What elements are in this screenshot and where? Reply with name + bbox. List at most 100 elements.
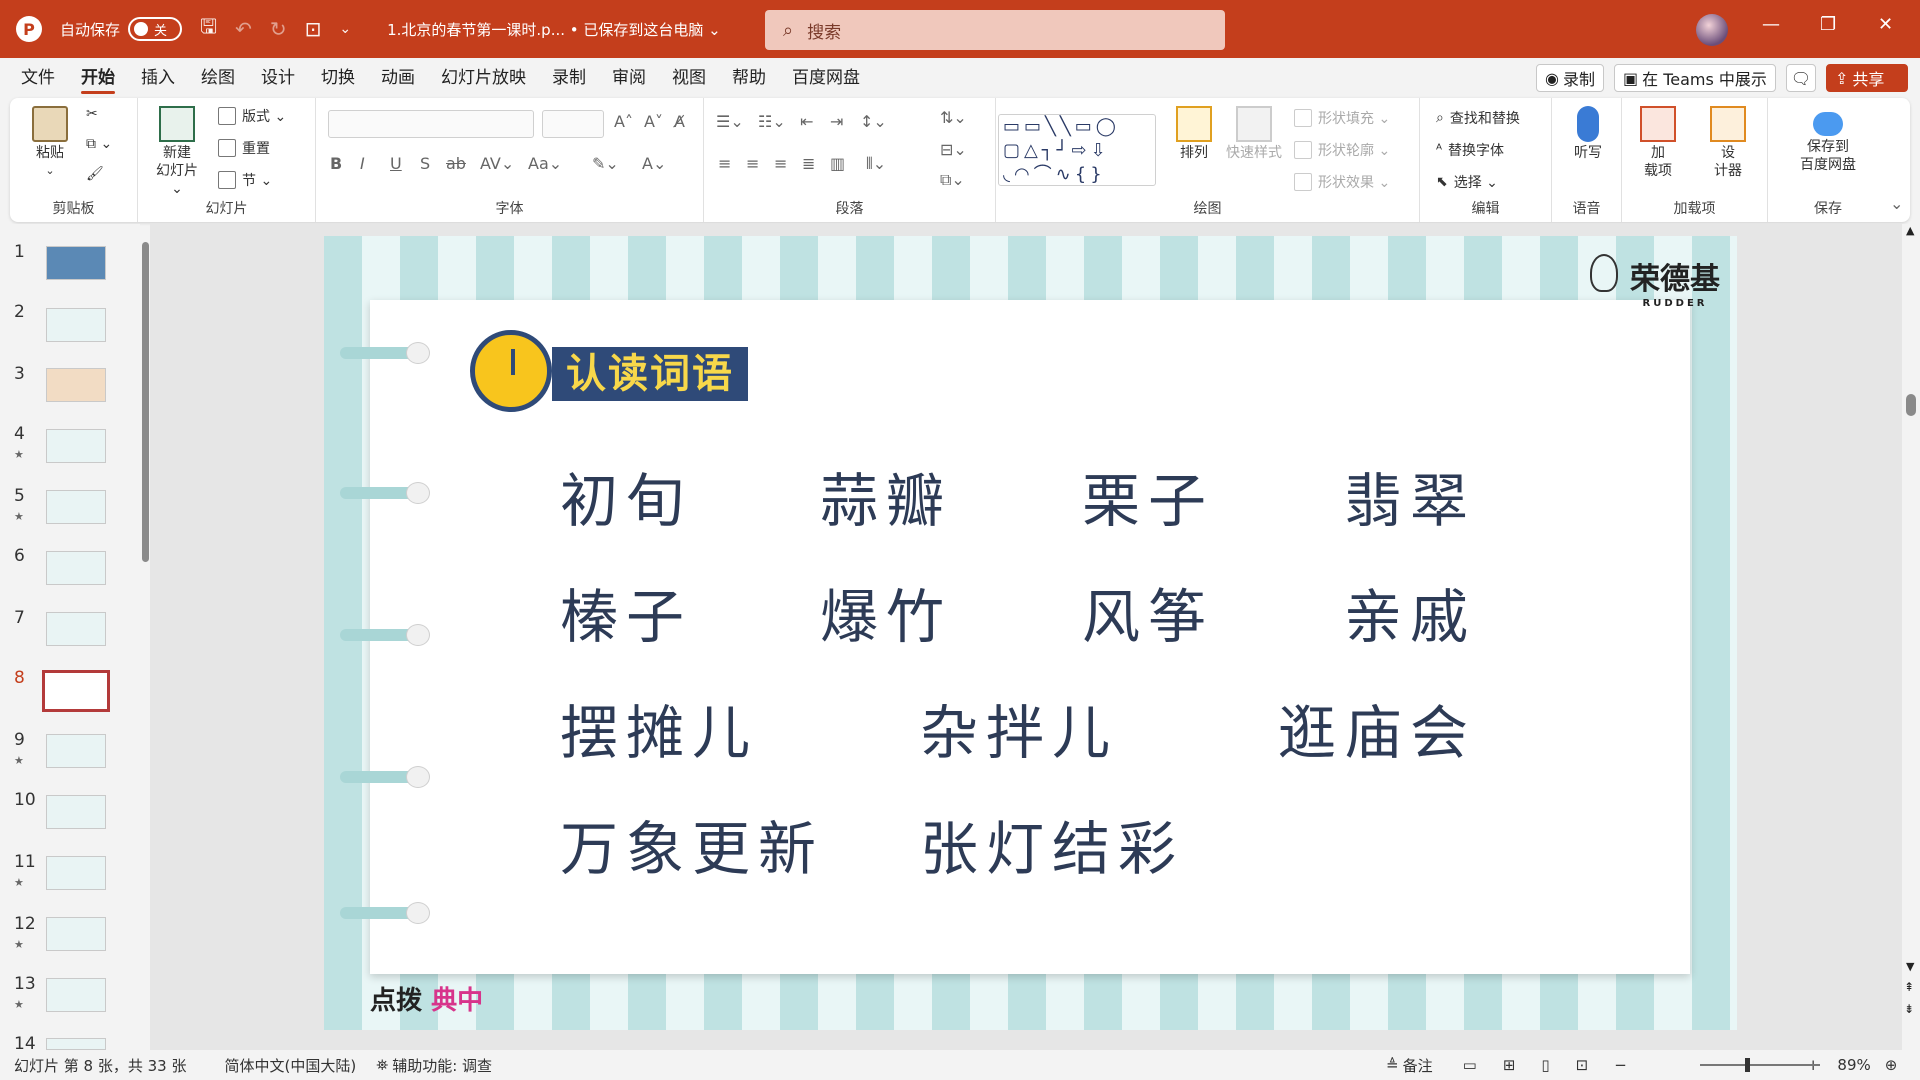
addins-button[interactable]: 加 载项 <box>1634 106 1682 180</box>
zoom-out-icon[interactable]: − <box>1614 1056 1627 1074</box>
tab-baidu-netdisk[interactable]: 百度网盘 <box>779 58 873 98</box>
bullets-icon[interactable]: ☰⌄ <box>716 112 744 131</box>
shapes-gallery[interactable]: ▭▭╲╲▭◯ ▢△┐┘⇨⇩ ◟◠⌒∿{} <box>998 114 1156 186</box>
close-icon[interactable]: ✕ <box>1878 14 1893 35</box>
tab-transitions[interactable]: 切换 <box>308 58 368 98</box>
shadow-icon[interactable]: S <box>420 154 430 173</box>
paste-button[interactable]: 粘贴 ⌄ <box>28 106 72 180</box>
slide-thumbnail-11[interactable] <box>46 856 106 890</box>
smartart-icon[interactable]: ⧉⌄ <box>940 170 965 190</box>
notes-button[interactable]: 备注 <box>1403 1055 1433 1076</box>
prev-slide-icon[interactable]: ⇞ <box>1904 980 1914 994</box>
fit-slide-icon[interactable]: ⊕ <box>1885 1056 1898 1074</box>
arrange-button[interactable]: 排列 <box>1172 106 1216 162</box>
slide-thumbnail-7[interactable] <box>46 612 106 646</box>
replace-font-button[interactable]: ᴬ 替换字体 <box>1436 140 1504 160</box>
numbering-icon[interactable]: ☷⌄ <box>758 112 786 131</box>
clear-format-icon[interactable]: A̸ <box>674 112 685 131</box>
tab-home[interactable]: 开始 <box>68 58 128 98</box>
scroll-down-icon[interactable]: ▼ <box>1906 960 1914 973</box>
italic-icon[interactable]: I <box>360 154 365 173</box>
collapse-ribbon-icon[interactable]: ⌄ <box>1890 194 1903 213</box>
tab-help[interactable]: 帮助 <box>719 58 779 98</box>
tab-design[interactable]: 设计 <box>248 58 308 98</box>
align-center-icon[interactable]: ≡ <box>746 154 759 173</box>
font-color-icon[interactable]: A⌄ <box>642 154 666 173</box>
tab-view[interactable]: 视图 <box>659 58 719 98</box>
designer-button[interactable]: 设 计器 <box>1704 106 1752 180</box>
present-icon[interactable]: ⊡ <box>305 17 322 41</box>
quick-styles-button[interactable]: 快速样式 <box>1222 106 1286 162</box>
tab-slideshow[interactable]: 幻灯片放映 <box>428 58 539 98</box>
dictate-button[interactable]: 听写 <box>1566 106 1610 162</box>
next-slide-icon[interactable]: ⇟ <box>1904 1002 1914 1016</box>
format-painter-icon[interactable]: 🖌 <box>86 166 104 182</box>
find-replace-button[interactable]: ⌕ 查找和替换 <box>1436 108 1520 128</box>
thumbnails-scroll-thumb[interactable] <box>142 242 149 562</box>
search-box[interactable]: ⌕ 搜索 <box>765 10 1225 50</box>
distribute-icon[interactable]: ▥ <box>830 154 845 173</box>
restore-icon[interactable]: ❐ <box>1820 14 1836 35</box>
slide-thumbnail-10[interactable] <box>46 795 106 829</box>
minimize-icon[interactable]: — <box>1762 14 1780 35</box>
section-button[interactable]: 节 ⌄ <box>218 170 272 190</box>
redo-icon[interactable]: ↻ <box>270 17 287 41</box>
align-right-icon[interactable]: ≡ <box>774 154 787 173</box>
new-slide-button[interactable]: 新建 幻灯片 ⌄ <box>152 106 202 198</box>
decrease-indent-icon[interactable]: ⇤ <box>800 112 813 131</box>
cut-icon[interactable]: ✂ <box>86 106 98 122</box>
font-name-input[interactable] <box>328 110 534 138</box>
record-button[interactable]: ◉ 录制 <box>1536 64 1604 92</box>
shape-fill-button[interactable]: 形状填充 ⌄ <box>1294 108 1390 128</box>
scroll-up-icon[interactable]: ▲ <box>1906 224 1914 237</box>
teams-present-button[interactable]: ▣ 在 Teams 中展示 <box>1614 64 1776 92</box>
tab-record[interactable]: 录制 <box>539 58 599 98</box>
shape-effects-button[interactable]: 形状效果 ⌄ <box>1294 172 1390 192</box>
font-size-input[interactable] <box>542 110 604 138</box>
copy-icon[interactable]: ⧉ ⌄ <box>86 136 112 152</box>
columns-icon[interactable]: ⫴⌄ <box>866 154 886 174</box>
autosave-toggle[interactable]: 关 <box>128 17 183 41</box>
strikethrough-icon[interactable]: ab <box>446 154 466 173</box>
justify-icon[interactable]: ≣ <box>802 154 815 173</box>
grow-font-icon[interactable]: A˄ <box>614 112 633 131</box>
sorter-view-icon[interactable]: ⊞ <box>1503 1056 1516 1074</box>
undo-icon[interactable]: ↶ <box>235 17 252 41</box>
thumbnails-scrollbar[interactable] <box>140 232 150 1037</box>
document-title[interactable]: 1.北京的春节第一课时.p... • 已保存到这台电脑 ⌄ <box>387 19 721 40</box>
slide-thumbnail-12[interactable] <box>46 917 106 951</box>
save-to-baidu-button[interactable]: 保存到 百度网盘 <box>1788 106 1868 174</box>
slide-thumbnail-13[interactable] <box>46 978 106 1012</box>
tab-insert[interactable]: 插入 <box>128 58 188 98</box>
shrink-font-icon[interactable]: A˅ <box>644 112 663 131</box>
comments-button[interactable]: 🗨 <box>1786 64 1816 92</box>
underline-icon[interactable]: U <box>390 154 402 173</box>
avatar[interactable] <box>1696 14 1728 46</box>
reading-view-icon[interactable]: ▯ <box>1541 1056 1549 1074</box>
highlight-icon[interactable]: ✎⌄ <box>592 154 619 173</box>
slide-thumbnail-1[interactable] <box>46 246 106 280</box>
canvas-scrollbar[interactable]: ▲ ▼ ⇞ ⇟ <box>1902 224 1920 1050</box>
change-case-icon[interactable]: Aa⌄ <box>528 154 562 173</box>
tab-review[interactable]: 审阅 <box>599 58 659 98</box>
align-text-icon[interactable]: ⊟⌄ <box>940 140 967 159</box>
text-direction-icon[interactable]: ⇅⌄ <box>940 108 967 127</box>
reset-button[interactable]: 重置 <box>218 138 270 158</box>
select-button[interactable]: ⬉ 选择 ⌄ <box>1436 172 1498 192</box>
slide-thumbnail-9[interactable] <box>46 734 106 768</box>
bold-icon[interactable]: B <box>330 154 342 173</box>
tab-file[interactable]: 文件 <box>8 58 68 98</box>
zoom-level[interactable]: 89% <box>1837 1056 1870 1074</box>
zoom-slider[interactable] <box>1700 1064 1820 1066</box>
canvas-scroll-thumb[interactable] <box>1906 394 1916 416</box>
slide-thumbnail-6[interactable] <box>46 551 106 585</box>
slide-thumbnail-8[interactable] <box>42 670 110 712</box>
zoom-slider-thumb[interactable] <box>1745 1058 1750 1072</box>
normal-view-icon[interactable]: ▭ <box>1463 1056 1477 1074</box>
slide-thumbnail-14[interactable] <box>46 1038 106 1050</box>
slide-thumbnail-2[interactable] <box>46 308 106 342</box>
save-icon[interactable]: 🖫 <box>200 12 217 46</box>
accessibility-status[interactable]: 辅助功能: 调查 <box>392 1055 492 1076</box>
line-spacing-icon[interactable]: ↕⌄ <box>860 112 887 131</box>
slide-thumbnail-3[interactable] <box>46 368 106 402</box>
